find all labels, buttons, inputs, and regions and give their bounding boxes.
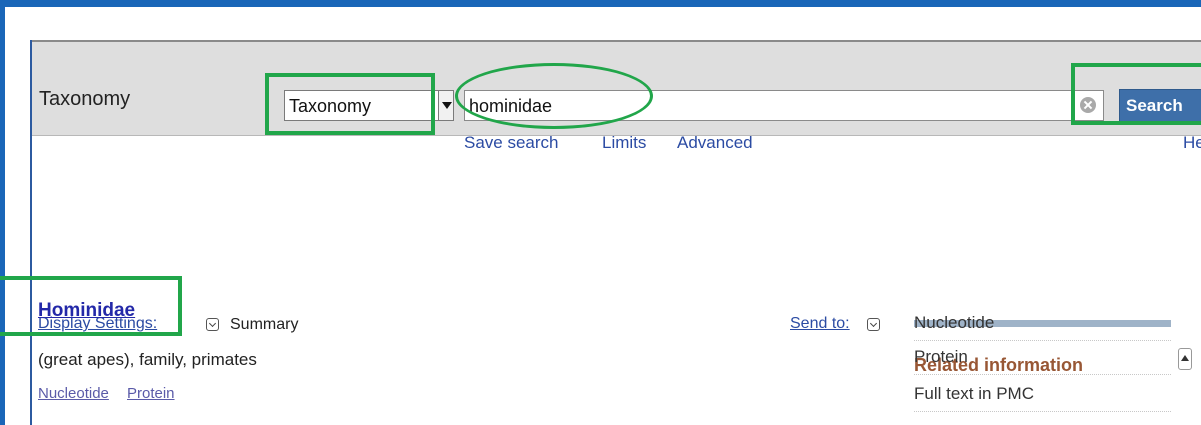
result-nucleotide-link[interactable]: Nucleotide xyxy=(38,385,109,402)
send-to-chevron-icon[interactable] xyxy=(867,318,880,331)
highlight-search-button xyxy=(1071,63,1201,125)
highlight-database-select xyxy=(265,73,435,135)
sidebar-item-protein[interactable]: Protein xyxy=(914,347,1171,375)
limits-link[interactable]: Limits xyxy=(602,133,646,153)
sidebar-item-full-text[interactable]: Full text in PMC xyxy=(914,384,1171,412)
advanced-link[interactable]: Advanced xyxy=(677,133,753,153)
result-protein-link[interactable]: Protein xyxy=(127,385,175,402)
display-settings-chevron-icon[interactable] xyxy=(206,318,219,331)
collapse-arrow-icon[interactable] xyxy=(1178,348,1192,370)
result-description: (great apes), family, primates xyxy=(38,350,257,369)
save-search-link[interactable]: Save search xyxy=(464,133,559,153)
highlight-result-title xyxy=(0,276,182,336)
send-to-link[interactable]: Send to: xyxy=(790,315,850,333)
display-format-label: Summary xyxy=(230,316,299,333)
sidebar-item-nucleotide[interactable]: Nucleotide xyxy=(914,313,1171,341)
database-title: Taxonomy xyxy=(39,88,131,110)
dropdown-arrow-icon[interactable] xyxy=(438,90,454,121)
help-link[interactable]: Help xyxy=(1183,133,1201,153)
highlight-search-term xyxy=(455,63,653,129)
